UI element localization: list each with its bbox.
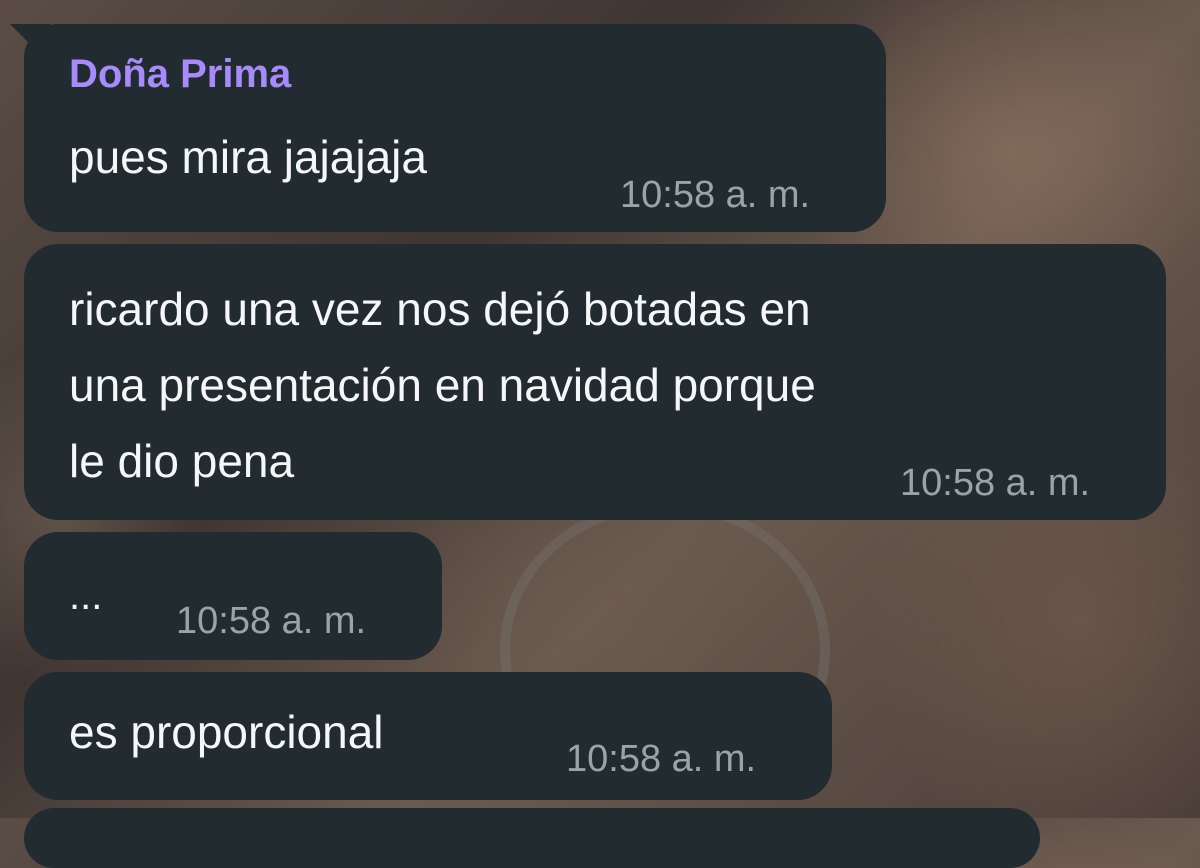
message-text: ... — [69, 574, 103, 618]
message-text-line: ricardo una vez nos dejó botadas en — [69, 283, 811, 335]
message-text-line: le dio pena — [69, 435, 295, 487]
message-text-line: una presentación en navidad porque — [69, 359, 816, 411]
message-timestamp: 10:58 a. m. — [176, 600, 367, 642]
message-bubble[interactable]: Doña Prima pues mira jajajaja 10:58 a. m… — [10, 24, 886, 232]
message-timestamp: 10:58 a. m. — [620, 174, 811, 216]
message-timestamp: 10:58 a. m. — [900, 462, 1091, 504]
message-bubble[interactable]: ... 10:58 a. m. — [24, 532, 442, 660]
message-timestamp: 10:58 a. m. — [566, 738, 757, 780]
message-text: es proporcional — [69, 706, 384, 758]
chat-message-list[interactable]: Doña Prima pues mira jajajaja 10:58 a. m… — [0, 0, 1200, 868]
message-bubble[interactable]: es proporcional 10:58 a. m. — [24, 672, 832, 800]
bubble-tail — [10, 24, 50, 64]
message-text: pues mira jajajaja — [69, 131, 427, 183]
message-bubble-partial[interactable] — [24, 808, 1040, 868]
message-bubble[interactable]: ricardo una vez nos dejó botadas en una … — [24, 244, 1166, 520]
sender-name[interactable]: Doña Prima — [69, 52, 291, 97]
